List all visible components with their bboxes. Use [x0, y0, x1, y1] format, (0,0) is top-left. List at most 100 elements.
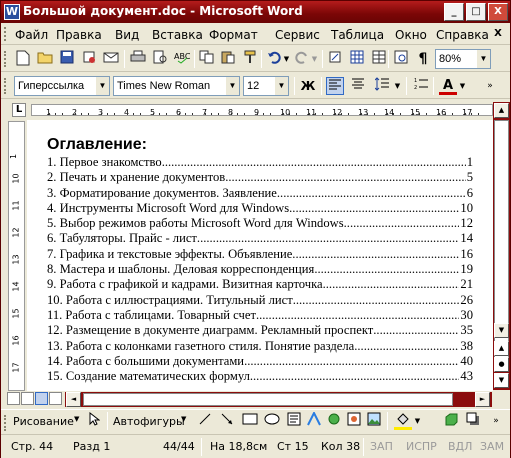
- menu-file[interactable]: Файл: [15, 28, 48, 42]
- chevron-down-icon[interactable]: ▼: [477, 50, 490, 68]
- menu-view[interactable]: Вид: [115, 28, 139, 42]
- menu-edit[interactable]: Правка: [56, 28, 102, 42]
- undo-icon[interactable]: [265, 50, 283, 68]
- toc-entry[interactable]: 1. Первое знакомство 1: [47, 155, 473, 170]
- line-tool-icon[interactable]: [196, 412, 214, 430]
- status-overtype[interactable]: ЗАМ: [480, 440, 504, 453]
- wordart-icon[interactable]: [305, 410, 323, 430]
- print-preview-icon[interactable]: [151, 50, 169, 68]
- status-record[interactable]: ЗАП: [370, 440, 393, 453]
- tab-selector[interactable]: L: [12, 103, 26, 117]
- toc-entry[interactable]: 15. Создание математических формул 43: [47, 369, 473, 384]
- title-bar[interactable]: W Большой документ.doc - Microsoft Word …: [1, 1, 510, 23]
- clip-art-icon[interactable]: [345, 412, 363, 430]
- 3d-style-icon[interactable]: [442, 412, 460, 430]
- normal-view-icon[interactable]: [7, 392, 20, 405]
- shadow-style-icon[interactable]: [464, 412, 482, 430]
- vertical-ruler[interactable]: 1 10 11 12 13 14 15 16 17: [8, 121, 25, 391]
- numbering-icon[interactable]: 12: [412, 77, 430, 95]
- toc-entry[interactable]: 3. Форматирование документов. Заявление 6: [47, 186, 473, 201]
- close-button[interactable]: X: [488, 3, 508, 21]
- insert-table-icon[interactable]: [370, 50, 388, 68]
- maximize-button[interactable]: □: [466, 3, 486, 21]
- outline-view-icon[interactable]: [49, 392, 62, 405]
- chevron-down-icon[interactable]: ▼: [275, 77, 288, 95]
- previous-page-button[interactable]: ▲: [494, 341, 509, 356]
- chevron-down-icon[interactable]: ▼: [96, 77, 109, 95]
- menu-insert[interactable]: Вставка: [152, 28, 203, 42]
- text-box-icon[interactable]: [285, 412, 303, 430]
- fill-color-dropdown-icon[interactable]: ▼: [413, 412, 422, 430]
- paste-icon[interactable]: [219, 50, 237, 68]
- menu-grip[interactable]: [4, 27, 8, 41]
- scroll-right-button[interactable]: ►: [475, 392, 490, 407]
- diagram-icon[interactable]: [325, 412, 343, 430]
- insert-picture-icon[interactable]: [365, 412, 383, 430]
- menu-window[interactable]: Окно: [395, 28, 427, 42]
- copy-icon[interactable]: [198, 50, 216, 68]
- horizontal-scroll-thumb[interactable]: [83, 393, 453, 406]
- undo-dropdown-icon[interactable]: ▼: [282, 50, 291, 68]
- ruler-strip[interactable]: 1234567891011121314151617: [31, 104, 493, 117]
- fill-color-icon[interactable]: [394, 412, 412, 430]
- rectangle-tool-icon[interactable]: [241, 412, 259, 430]
- redo-icon[interactable]: [293, 50, 311, 68]
- show-formatting-icon[interactable]: ¶: [414, 50, 432, 68]
- toc-entry[interactable]: 14. Работа с большими документами 40: [47, 354, 473, 369]
- toc-entry[interactable]: 10. Работа с иллюстрациями. Титульный ли…: [47, 293, 473, 308]
- email-icon[interactable]: [102, 50, 120, 68]
- line-spacing-icon[interactable]: [373, 77, 391, 95]
- arrow-tool-icon[interactable]: [218, 412, 236, 430]
- toolbar-grip[interactable]: [4, 415, 8, 431]
- horizontal-scrollbar[interactable]: ◄ ►: [65, 392, 492, 407]
- autoshapes-menu-button[interactable]: Автофигуры: [113, 415, 185, 428]
- scroll-down-button[interactable]: ▼: [494, 323, 509, 338]
- insert-hyperlink-icon[interactable]: [326, 50, 344, 68]
- format-painter-icon[interactable]: [241, 50, 259, 68]
- document-close-button[interactable]: X: [491, 27, 505, 41]
- word-app-icon[interactable]: W: [4, 4, 20, 20]
- chevron-down-icon[interactable]: ▼: [226, 77, 239, 95]
- zoom-dropdown[interactable]: 80% ▼: [435, 49, 491, 69]
- toc-entry[interactable]: 2. Печать и хранение документов 5: [47, 170, 473, 185]
- new-document-icon[interactable]: [14, 50, 32, 68]
- toc-entry[interactable]: 7. Графика и текстовые эффекты. Объявлен…: [47, 247, 473, 262]
- toolbar-grip[interactable]: [4, 51, 8, 67]
- vertical-scrollbar[interactable]: ▲ ▼ ▲ ● ▼: [493, 102, 510, 390]
- document-map-icon[interactable]: [392, 50, 410, 68]
- font-size-dropdown[interactable]: 12 ▼: [243, 76, 289, 96]
- status-extend[interactable]: ВДЛ: [448, 440, 472, 453]
- font-dropdown[interactable]: Times New Roman ▼: [113, 76, 240, 96]
- scroll-left-button[interactable]: ◄: [66, 392, 81, 407]
- spelling-icon[interactable]: ABC: [173, 50, 191, 68]
- web-layout-view-icon[interactable]: [21, 392, 34, 405]
- menu-table[interactable]: Таблица: [331, 28, 384, 42]
- toc-entry[interactable]: 11. Работа с таблицами. Товарный счет 30: [47, 308, 473, 323]
- line-spacing-dropdown-icon[interactable]: ▼: [393, 77, 402, 95]
- permission-icon[interactable]: [80, 50, 98, 68]
- font-color-dropdown-icon[interactable]: ▼: [458, 77, 467, 95]
- toc-entry[interactable]: 9. Работа с графикой и кадрами. Визитная…: [47, 277, 473, 292]
- toc-entry[interactable]: 4. Инструменты Microsoft Word для Window…: [47, 201, 473, 216]
- tables-borders-icon[interactable]: [348, 50, 366, 68]
- redo-dropdown-icon[interactable]: ▼: [310, 50, 319, 68]
- print-layout-view-icon[interactable]: [35, 392, 48, 405]
- bold-button[interactable]: Ж: [299, 77, 317, 95]
- menu-format[interactable]: Формат: [209, 28, 258, 42]
- style-dropdown[interactable]: Гиперссылка ▼: [14, 76, 110, 96]
- select-browse-object-button[interactable]: ●: [494, 357, 509, 372]
- oval-tool-icon[interactable]: [263, 412, 281, 430]
- font-color-icon[interactable]: A: [439, 77, 457, 95]
- chevron-down-icon[interactable]: ▼: [74, 415, 79, 423]
- toc-entry[interactable]: 12. Размещение в документе диаграмм. Рек…: [47, 323, 473, 338]
- menu-tools[interactable]: Сервис: [275, 28, 320, 42]
- status-track-changes[interactable]: ИСПР: [406, 440, 437, 453]
- print-icon[interactable]: [129, 50, 147, 68]
- toc-entry[interactable]: 13. Работа с колонками газетного стиля. …: [47, 339, 473, 354]
- document-page[interactable]: Оглавление: 1. Первое знакомство12. Печа…: [27, 120, 493, 391]
- align-center-icon[interactable]: [349, 77, 367, 95]
- toc-entry[interactable]: 8. Мастера и шаблоны. Деловая корреспонд…: [47, 262, 473, 277]
- toolbar-options-icon[interactable]: »: [481, 77, 499, 95]
- align-left-icon[interactable]: [326, 77, 344, 95]
- save-icon[interactable]: [58, 50, 76, 68]
